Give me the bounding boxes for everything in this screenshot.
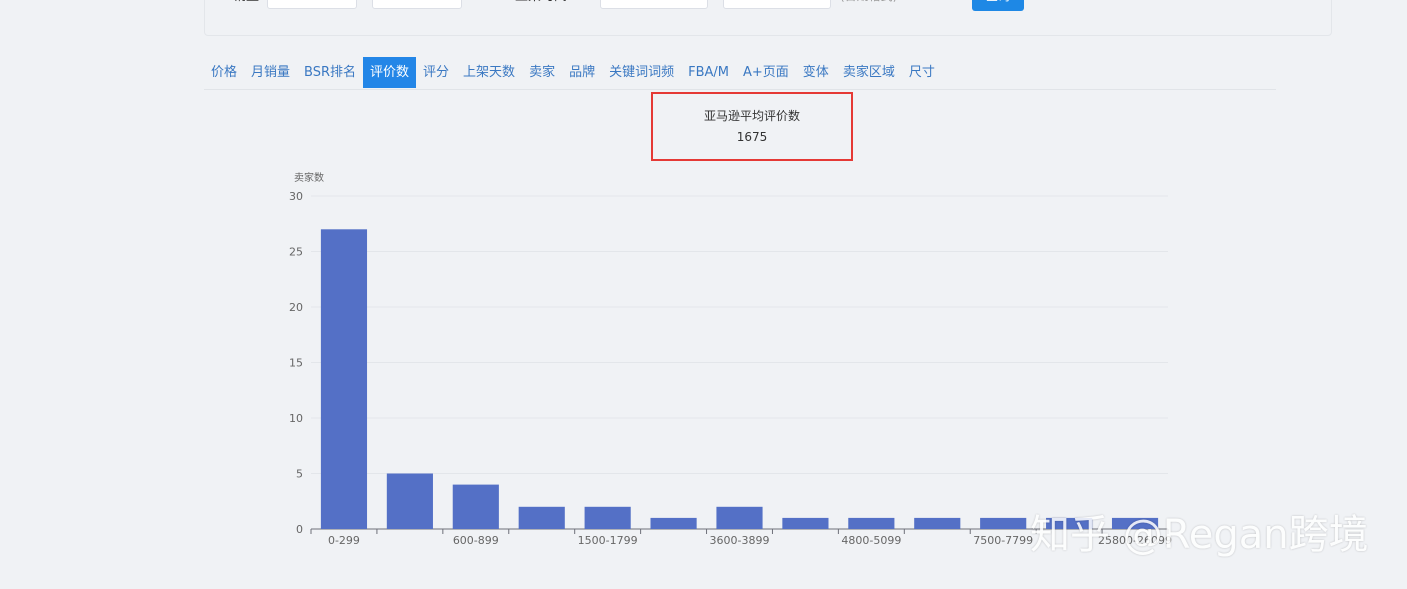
y-tick-label: 25 <box>289 246 303 259</box>
bar-1500-1799 <box>584 506 631 529</box>
y-tick-label: 0 <box>296 523 303 536</box>
bar-7500-7799 <box>980 517 1027 529</box>
y-tick-label: 30 <box>289 190 303 203</box>
watermark: 知乎 @Regan跨境 <box>1030 512 1369 558</box>
bar-6000-6299 <box>914 517 961 529</box>
y-tick-label: 5 <box>296 468 303 481</box>
x-tick-label: 600-899 <box>453 534 499 547</box>
y-tick-label: 10 <box>289 412 303 425</box>
bar-3600-3899 <box>716 506 763 529</box>
bar-4800-5099 <box>848 517 895 529</box>
x-tick-label: 3600-3899 <box>710 534 770 547</box>
bar-600-899 <box>452 484 499 529</box>
x-tick-label: 4800-5099 <box>841 534 901 547</box>
bar-900-1199 <box>518 506 565 529</box>
bar-0-299 <box>320 229 368 530</box>
x-tick-label: 0-299 <box>328 534 360 547</box>
x-tick-label: 7500-7799 <box>973 534 1033 547</box>
bar-300-599 <box>386 473 433 529</box>
bar-4200-4499 <box>782 517 829 529</box>
bar-chart: 0 5 10 15 20 25 30 0-299 600-899 1500-1799 3600-38… <box>289 190 1172 547</box>
y-tick-label: 20 <box>289 301 303 314</box>
bar-2100-2399 <box>650 517 697 529</box>
x-tick-label: 1500-1799 <box>578 534 638 547</box>
y-tick-label: 15 <box>289 357 303 370</box>
